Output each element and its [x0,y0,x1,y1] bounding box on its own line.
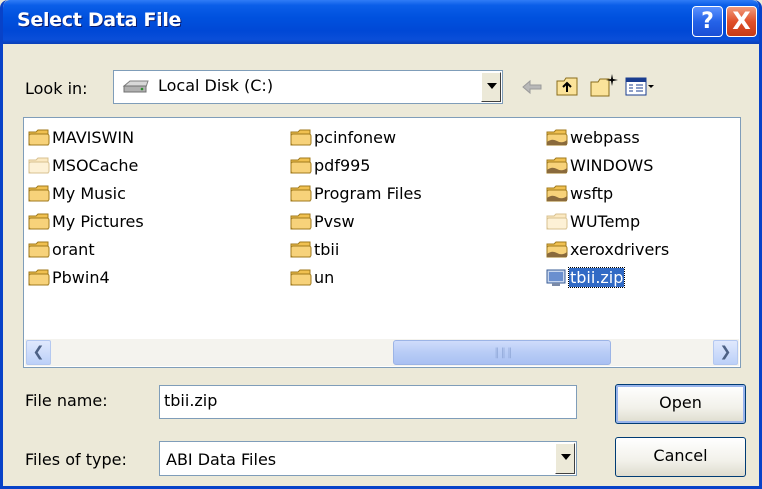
up-folder-icon[interactable] [555,75,581,103]
back-arrow-icon[interactable] [521,78,543,100]
folder-icon [28,129,50,147]
folder-icon [290,157,312,175]
scroll-right-icon[interactable]: ❯ [713,340,738,365]
folder-icon [290,241,312,259]
help-button[interactable]: ? [692,6,723,37]
folder-icon [28,185,50,203]
cancel-button[interactable]: Cancel [615,437,746,477]
window-title: Select Data File [17,9,182,31]
item-name: WINDOWS [570,156,654,175]
item-name: tbii.zip [567,267,626,288]
hidden-folder-icon [28,157,50,175]
item-name: un [314,268,335,287]
item-name: orant [52,240,95,259]
close-button[interactable]: X [726,6,757,37]
file-type-value: ABI Data Files [166,450,277,469]
folder-icon [28,213,50,231]
item-name: xeroxdrivers [570,240,670,259]
look-in-combo[interactable]: Local Disk (C:) [113,70,503,104]
item-name: Program Files [314,184,422,203]
folder-icon [290,129,312,147]
item-name: Pbwin4 [52,268,110,287]
file-name-input[interactable]: tbii.zip [159,385,577,419]
scrollbar-thumb[interactable]: ║║║ [393,340,611,365]
chevron-down-icon[interactable] [555,443,575,474]
scroll-left-icon[interactable]: ❮ [26,340,51,365]
select-data-file-dialog: Select Data File ? X Look in: Local Disk… [0,0,762,489]
shared-folder-icon [546,157,568,175]
item-name: WUTemp [570,212,641,231]
folder-icon [28,269,50,287]
shared-folder-icon [546,129,568,147]
file-type-label: Files of type: [25,450,127,469]
item-name: MAVISWIN [52,128,135,147]
item-name: My Pictures [52,212,144,231]
folder-icon [290,185,312,203]
folder-icon [28,241,50,259]
item-name: webpass [570,128,640,147]
item-name: wsftp [570,184,614,203]
item-name: My Music [52,184,126,203]
folder-icon [290,269,312,287]
open-button[interactable]: Open [615,384,746,424]
hidden-folder-icon [546,213,568,231]
item-name: Pvsw [314,212,355,231]
file-type-combo[interactable]: ABI Data Files [159,441,577,476]
look-in-value: Local Disk (C:) [158,76,274,95]
grip-icon: ║║║ [494,349,514,359]
title-bar[interactable]: Select Data File ? X [3,0,759,44]
item-name: tbii [314,240,340,259]
hard-drive-icon [122,79,150,99]
zip-file-icon [546,269,568,287]
file-name-label: File name: [25,391,108,410]
chevron-down-icon[interactable] [481,72,501,102]
new-folder-icon[interactable] [589,73,619,103]
shared-folder-icon [546,185,568,203]
look-in-label: Look in: [25,79,88,98]
shared-folder-icon [546,241,568,259]
item-name: MSOCache [52,156,139,175]
item-name: pdf995 [314,156,371,175]
item-name: pcinfonew [314,128,397,147]
folder-icon [290,213,312,231]
file-list[interactable]: MAVISWIN MSOCache My Music My Pictures o… [23,117,741,368]
horizontal-scrollbar[interactable]: ❮ ║║║ ❯ [25,339,739,366]
view-menu-icon[interactable] [625,77,655,101]
